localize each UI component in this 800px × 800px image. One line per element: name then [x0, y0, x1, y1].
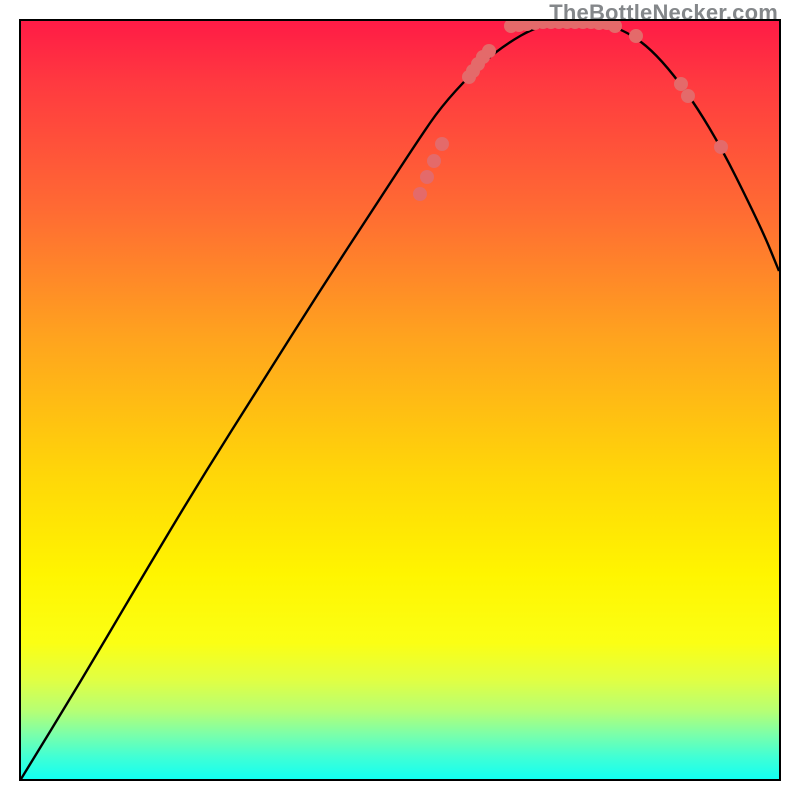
- chart-stage: TheBottleNecker.com: [0, 0, 800, 800]
- curve-layer: [21, 21, 779, 779]
- data-marker: [413, 187, 427, 201]
- data-marker: [435, 137, 449, 151]
- data-marker: [608, 21, 622, 33]
- data-marker: [681, 89, 695, 103]
- data-marker: [714, 140, 728, 154]
- data-marker: [629, 29, 643, 43]
- data-marker: [420, 170, 434, 184]
- data-marker: [482, 44, 496, 58]
- marker-group: [413, 21, 728, 201]
- data-marker: [674, 77, 688, 91]
- chart-frame: [19, 19, 781, 781]
- data-marker: [427, 154, 441, 168]
- bottleneck-curve-path: [21, 22, 779, 779]
